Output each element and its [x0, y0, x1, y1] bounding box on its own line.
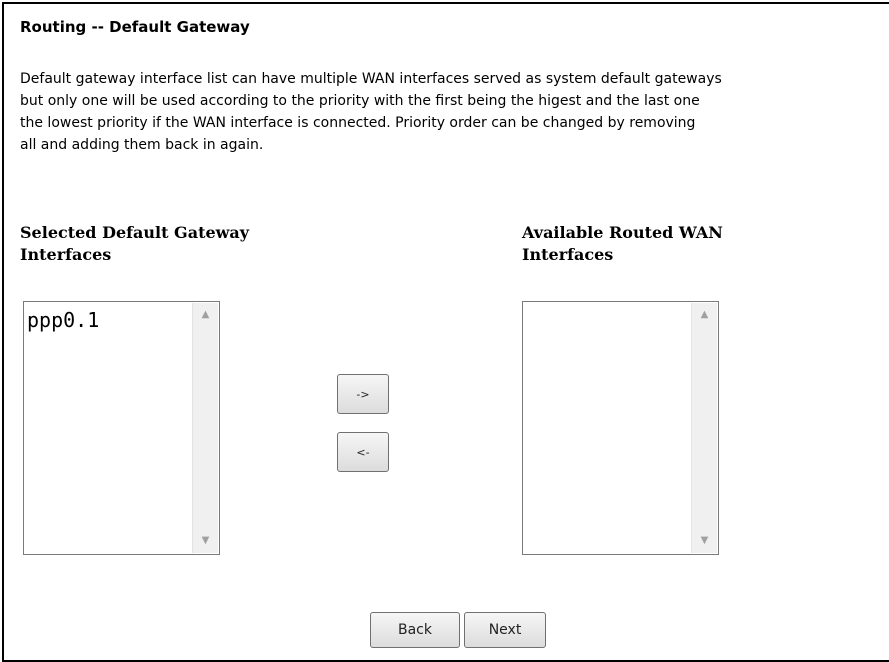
- vertical-scrollbar[interactable]: ▲ ▼: [691, 303, 717, 553]
- available-heading-line2: Interfaces: [522, 245, 614, 264]
- vertical-scrollbar[interactable]: ▲ ▼: [192, 303, 218, 553]
- move-right-button[interactable]: ->: [337, 374, 389, 414]
- move-left-button[interactable]: <-: [337, 432, 389, 472]
- page-description: Default gateway interface list can have …: [20, 68, 889, 156]
- back-button[interactable]: Back: [370, 612, 460, 648]
- description-line: but only one will be used according to t…: [20, 93, 700, 109]
- selected-interfaces-heading: Selected Default Gateway Interfaces: [20, 222, 249, 266]
- triangle-down-icon[interactable]: ▼: [692, 531, 717, 551]
- selected-heading-line2: Interfaces: [20, 245, 112, 264]
- description-line: all and adding them back in again.: [20, 137, 264, 153]
- triangle-up-icon[interactable]: ▲: [692, 305, 717, 325]
- selected-interfaces-items: ppp0.1: [24, 302, 192, 554]
- available-heading-line1: Available Routed WAN: [522, 223, 723, 242]
- description-line: Default gateway interface list can have …: [20, 71, 722, 87]
- selected-interfaces-listbox[interactable]: ppp0.1 ▲ ▼: [23, 301, 220, 555]
- available-interfaces-items: [523, 302, 691, 554]
- selected-heading-line1: Selected Default Gateway: [20, 223, 250, 242]
- available-interfaces-listbox[interactable]: ▲ ▼: [522, 301, 719, 555]
- page-title: Routing -- Default Gateway: [20, 18, 250, 36]
- available-interfaces-heading: Available Routed WAN Interfaces: [522, 222, 723, 266]
- triangle-up-icon[interactable]: ▲: [193, 305, 218, 325]
- next-button[interactable]: Next: [464, 612, 546, 648]
- triangle-down-icon[interactable]: ▼: [193, 531, 218, 551]
- description-line: the lowest priority if the WAN interface…: [20, 115, 696, 131]
- list-item[interactable]: ppp0.1: [27, 308, 192, 332]
